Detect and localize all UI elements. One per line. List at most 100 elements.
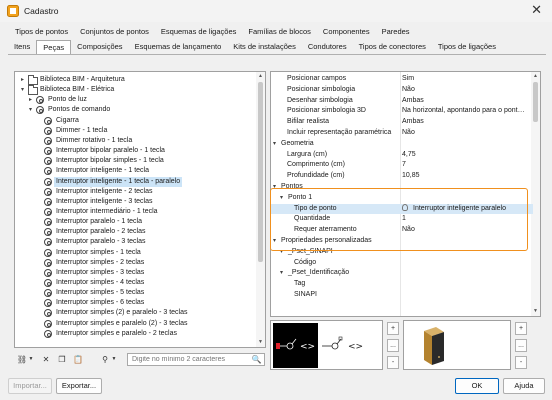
scroll-up-arrow-icon[interactable]: ▲ (256, 72, 265, 81)
search-icon[interactable]: 🔍 (251, 355, 262, 365)
property-value[interactable]: Ambas (402, 96, 424, 107)
tree-item[interactable]: Interruptor bipolar simples - 1 tecla (15, 156, 255, 166)
tree-item[interactable]: Interruptor paralelo - 1 tecla (15, 217, 255, 227)
more-symbol-button[interactable]: ... (387, 339, 399, 352)
help-button[interactable]: Ajuda (503, 378, 545, 394)
property-value[interactable]: 10,85 (402, 171, 420, 182)
tree-item[interactable]: Interruptor inteligente - 2 teclas (15, 187, 255, 197)
model-3d-preview[interactable] (403, 320, 511, 370)
collapse-arrow-icon[interactable]: ▸ (27, 95, 34, 105)
add-symbol-button[interactable]: + (387, 322, 399, 335)
group-tool-dropdown-icon[interactable]: ▼ (28, 354, 34, 365)
tree-item[interactable]: Interruptor simples - 3 teclas (15, 268, 255, 278)
expand-arrow-icon[interactable]: ▾ (280, 268, 283, 279)
property-row[interactable]: Bifilar realista Ambas (271, 117, 533, 128)
tree-item[interactable]: Interruptor simples - 6 teclas (15, 298, 255, 308)
tab-tabs_top-1[interactable]: Conjuntos de pontos (74, 25, 155, 39)
remove-model-button[interactable]: - (515, 356, 527, 369)
tree-item[interactable]: Interruptor simples e paralelo (2) - 3 t… (15, 319, 255, 329)
tab-tabs_second-4[interactable]: Kits de instalações (227, 40, 302, 54)
props-scroll-thumb[interactable] (533, 82, 538, 122)
property-row[interactable]: Posicionar campos Sim (271, 74, 533, 85)
tree-item[interactable]: Interruptor simples e paralelo - 2 tecla… (15, 329, 255, 339)
property-value[interactable]: 7 (402, 160, 406, 171)
property-value[interactable]: Não (402, 85, 415, 96)
property-group[interactable]: ▾ Geometria (271, 139, 533, 150)
tab-tabs_top-3[interactable]: Famílias de blocos (242, 25, 317, 39)
delete-icon[interactable]: ✕ (40, 354, 52, 365)
tab-tabs_top-2[interactable]: Esquemas de ligações (155, 25, 242, 39)
remove-symbol-button[interactable]: - (387, 356, 399, 369)
more-model-button[interactable]: ... (515, 339, 527, 352)
tree-item[interactable]: Interruptor simples - 1 tecla (15, 248, 255, 258)
property-group[interactable]: ▾ _Pset_Identificação (271, 268, 533, 279)
symbol-preview-dark[interactable]: <> (273, 323, 318, 368)
filter-dropdown-icon[interactable]: ▼ (111, 354, 117, 365)
tree-item[interactable]: Dimmer - 1 tecla (15, 126, 255, 136)
scroll-down-arrow-icon[interactable]: ▼ (531, 307, 540, 316)
property-row[interactable]: Tag (271, 279, 533, 290)
tab-tabs_top-5[interactable]: Paredes (376, 25, 416, 39)
property-row[interactable]: Largura (cm) 4,75 (271, 150, 533, 161)
tree-item[interactable]: Interruptor inteligente - 1 tecla - para… (15, 176, 255, 187)
tree-item[interactable]: Interruptor inteligente - 3 teclas (15, 197, 255, 207)
tree-item[interactable]: Interruptor bipolar paralelo - 1 tecla (15, 146, 255, 156)
tree-item[interactable]: Interruptor simples - 4 teclas (15, 278, 255, 288)
property-row[interactable]: Incluir representação paramétrica Não (271, 128, 533, 139)
paste-icon[interactable]: 📋 (72, 354, 84, 365)
property-value[interactable]: Ambas (402, 117, 424, 128)
library-tree[interactable]: ▲ ▼ ▸ Biblioteca BIM - Arquitetura ▾ Biblio… (14, 71, 266, 348)
symbol-thumbnails[interactable]: <> <> (270, 320, 383, 370)
tab-tabs_second-7[interactable]: Tipos de ligações (432, 40, 502, 54)
tree-scrollbar[interactable]: ▲ ▼ (256, 72, 265, 347)
property-row[interactable]: Comprimento (cm) 7 (271, 160, 533, 171)
tab-tabs_second-1[interactable]: Peças (36, 40, 72, 55)
tree-item[interactable]: Dimmer rotativo - 1 tecla (15, 136, 255, 146)
tree-item[interactable]: Interruptor simples - 2 teclas (15, 258, 255, 268)
tree-item[interactable]: ▾ Pontos de comando (15, 105, 255, 115)
tree-item[interactable]: ▸ Ponto de luz (15, 95, 255, 105)
tab-tabs_second-2[interactable]: Composições (71, 40, 128, 54)
collapse-arrow-icon[interactable]: ▸ (19, 75, 26, 85)
expand-arrow-icon[interactable]: ▾ (27, 105, 34, 115)
symbol-preview-light[interactable]: <> (320, 323, 380, 368)
import-button[interactable]: Importar... (8, 378, 52, 394)
property-row[interactable]: Posicionar simbologia Não (271, 85, 533, 96)
tree-item[interactable]: Interruptor simples (2) e paralelo - 3 t… (15, 308, 255, 318)
tab-tabs_top-4[interactable]: Componentes (317, 25, 376, 39)
scroll-down-arrow-icon[interactable]: ▼ (256, 338, 265, 347)
tree-item[interactable]: ▸ Biblioteca BIM - Arquitetura (15, 75, 255, 85)
property-row[interactable]: Profundidade (cm) 10,85 (271, 171, 533, 182)
tree-item[interactable]: Interruptor paralelo - 2 teclas (15, 227, 255, 237)
tab-tabs_second-0[interactable]: Itens (8, 40, 36, 54)
export-button[interactable]: Exportar... (56, 378, 102, 394)
property-row[interactable]: SINAPI (271, 290, 533, 301)
search-input[interactable] (128, 354, 246, 365)
expand-arrow-icon[interactable]: ▾ (273, 139, 276, 150)
tree-item[interactable]: Interruptor paralelo - 3 teclas (15, 237, 255, 247)
property-row[interactable]: Posicionar simbologia 3D Na horizontal, a… (271, 106, 533, 117)
property-value[interactable]: Sim (402, 74, 414, 85)
tree-item[interactable]: Interruptor simples - 5 teclas (15, 288, 255, 298)
add-model-button[interactable]: + (515, 322, 527, 335)
property-value[interactable]: Na horizontal, apontando para o pont… (402, 106, 525, 117)
property-row[interactable]: Código (271, 258, 533, 269)
tab-tabs_top-0[interactable]: Tipos de pontos (9, 25, 74, 39)
tab-tabs_second-5[interactable]: Condutores (302, 40, 353, 54)
tab-tabs_second-3[interactable]: Esquemas de lançamento (129, 40, 228, 54)
tree-item[interactable]: Interruptor inteligente - 1 tecla (15, 166, 255, 176)
group-tool-icon[interactable]: ⛓ (16, 354, 28, 365)
tree-item[interactable]: Cigarra (15, 116, 255, 126)
ok-button[interactable]: OK (455, 378, 499, 394)
property-value[interactable]: Não (402, 128, 415, 139)
property-row[interactable]: Desenhar simbologia Ambas (271, 96, 533, 107)
filter-icon[interactable]: ⚲ (99, 354, 111, 365)
search-field[interactable]: 🔍 (127, 353, 265, 366)
tab-tabs_second-6[interactable]: Tipos de conectores (353, 40, 432, 54)
close-icon[interactable]: ✕ (531, 3, 542, 17)
tree-item[interactable]: ▾ Biblioteca BIM - Elétrica (15, 85, 255, 96)
tree-item[interactable]: Interruptor intermediário - 1 tecla (15, 207, 255, 217)
property-value[interactable]: 4,75 (402, 150, 416, 161)
copy-icon[interactable]: ❐ (56, 354, 68, 365)
expand-arrow-icon[interactable]: ▾ (19, 85, 26, 95)
